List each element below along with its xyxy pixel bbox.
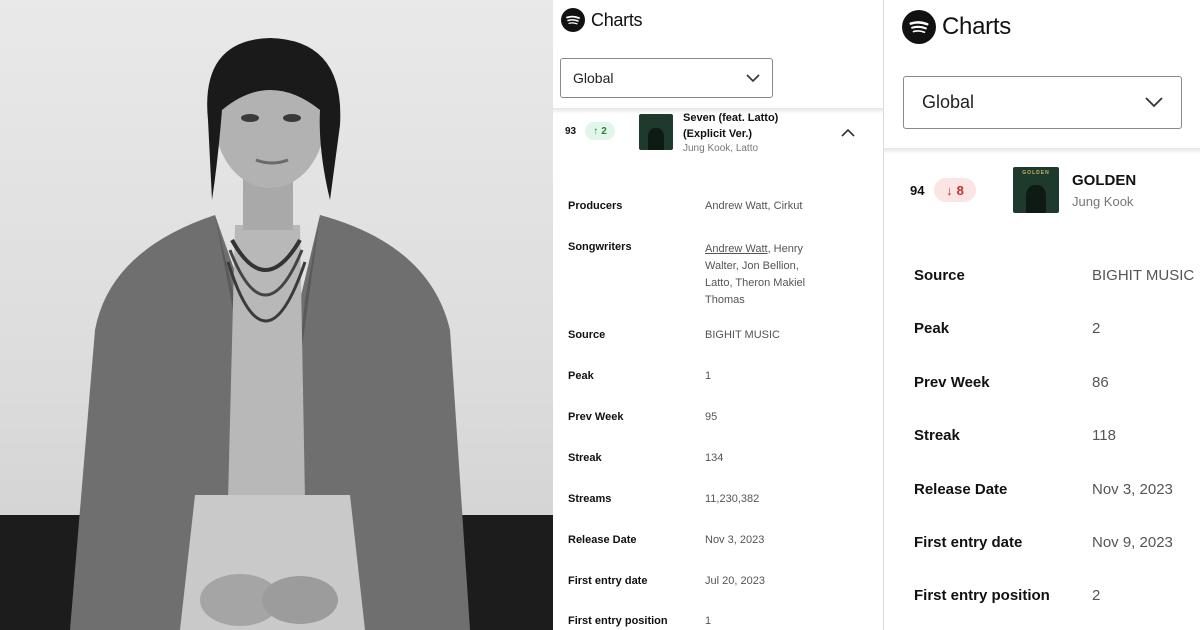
songwriter-line: Latto, Theron Makiel	[705, 277, 806, 289]
detail-value: 118	[1092, 427, 1116, 444]
artist-photo-illustration	[0, 38, 553, 630]
detail-label: Release Date	[568, 534, 637, 546]
chevron-down-icon	[1145, 97, 1163, 108]
detail-label: Source	[914, 267, 965, 284]
spotify-logo-icon	[902, 10, 936, 44]
detail-value: Andrew Watt, Henry Walter, Jon Bellion, …	[705, 241, 875, 309]
track-title-line2: (Explicit Ver.)	[683, 128, 753, 140]
detail-label: Streams	[568, 493, 612, 505]
chart-panel-golden: Charts Global 94 ↓ 8 GOLDEN GOLDEN Jung …	[883, 0, 1200, 630]
track-artists: Jung Kook, Latto	[683, 143, 759, 154]
detail-label: Source	[568, 329, 606, 341]
detail-label: Peak	[914, 320, 950, 337]
detail-value: Nov 3, 2023	[705, 534, 765, 546]
detail-value: 1	[705, 370, 712, 382]
detail-value: 1	[705, 615, 712, 627]
brand-title: Charts	[591, 9, 643, 30]
region-select[interactable]: Global	[903, 76, 1182, 129]
songwriter-link[interactable]: Andrew Watt	[705, 243, 768, 255]
detail-value: BIGHIT MUSIC	[705, 329, 780, 341]
rank-change-badge: ↓ 8	[934, 178, 976, 202]
detail-label: Release Date	[914, 481, 1008, 498]
detail-value: BIGHIT MUSIC	[1092, 267, 1195, 284]
songwriter-line: Walter, Jon Bellion,	[705, 260, 799, 272]
songwriter-line: Thomas	[705, 294, 745, 306]
spotify-logo-icon	[561, 8, 585, 32]
rank-change-value: 2	[601, 125, 607, 137]
detail-label: First entry position	[568, 615, 668, 627]
detail-value: Andrew Watt, Cirkut	[705, 200, 803, 212]
album-cover	[639, 114, 673, 150]
detail-value: 86	[1092, 374, 1109, 391]
region-select[interactable]: Global	[560, 58, 773, 98]
chevron-down-icon	[746, 73, 760, 83]
detail-value: 11,230,382	[705, 493, 760, 505]
header-divider	[884, 148, 1200, 154]
detail-label: First entry date	[568, 575, 648, 587]
track-artists: Jung Kook	[1072, 194, 1134, 209]
detail-value: 2	[1092, 320, 1101, 337]
detail-label: Peak	[568, 370, 594, 382]
detail-value: Nov 9, 2023	[1092, 534, 1173, 551]
track-rank: 94	[910, 183, 925, 198]
brand-title: Charts	[942, 13, 1011, 40]
arrow-down-icon: ↓	[946, 182, 953, 198]
detail-label: Prev Week	[568, 411, 624, 423]
arrow-up-icon: ↑	[593, 125, 599, 137]
detail-label: First entry position	[914, 587, 1050, 604]
detail-label: First entry date	[914, 534, 1023, 551]
detail-value: 2	[1092, 587, 1101, 604]
chevron-up-icon[interactable]	[841, 124, 855, 142]
detail-label: Streak	[914, 427, 960, 444]
detail-label: Producers	[568, 200, 623, 212]
detail-value: 95	[705, 411, 718, 423]
detail-value: Jul 20, 2023	[705, 575, 765, 587]
track-rank: 93	[565, 126, 577, 137]
region-select-value: Global	[922, 92, 975, 112]
detail-value: Nov 3, 2023	[1092, 481, 1173, 498]
artist-photo	[0, 0, 553, 630]
detail-label: Prev Week	[914, 374, 990, 391]
album-cover-text: GOLDEN	[1022, 170, 1050, 176]
chart-panel-seven: Charts Global 93 ↑ 2 Seven (feat. Latto)…	[553, 0, 883, 630]
songwriter-rest: , Henry	[767, 243, 804, 255]
region-select-value: Global	[573, 70, 614, 86]
detail-label: Songwriters	[568, 241, 632, 253]
rank-change-badge: ↑ 2	[585, 122, 615, 140]
track-title: GOLDEN	[1072, 172, 1137, 189]
album-cover: GOLDEN	[1013, 167, 1059, 213]
rank-change-value: 8	[956, 182, 964, 198]
track-title-line1: Seven (feat. Latto)	[683, 112, 779, 124]
detail-value: 134	[705, 452, 724, 464]
brand[interactable]: Charts	[902, 10, 1011, 44]
detail-label: Streak	[568, 452, 602, 464]
brand[interactable]: Charts	[561, 8, 643, 32]
